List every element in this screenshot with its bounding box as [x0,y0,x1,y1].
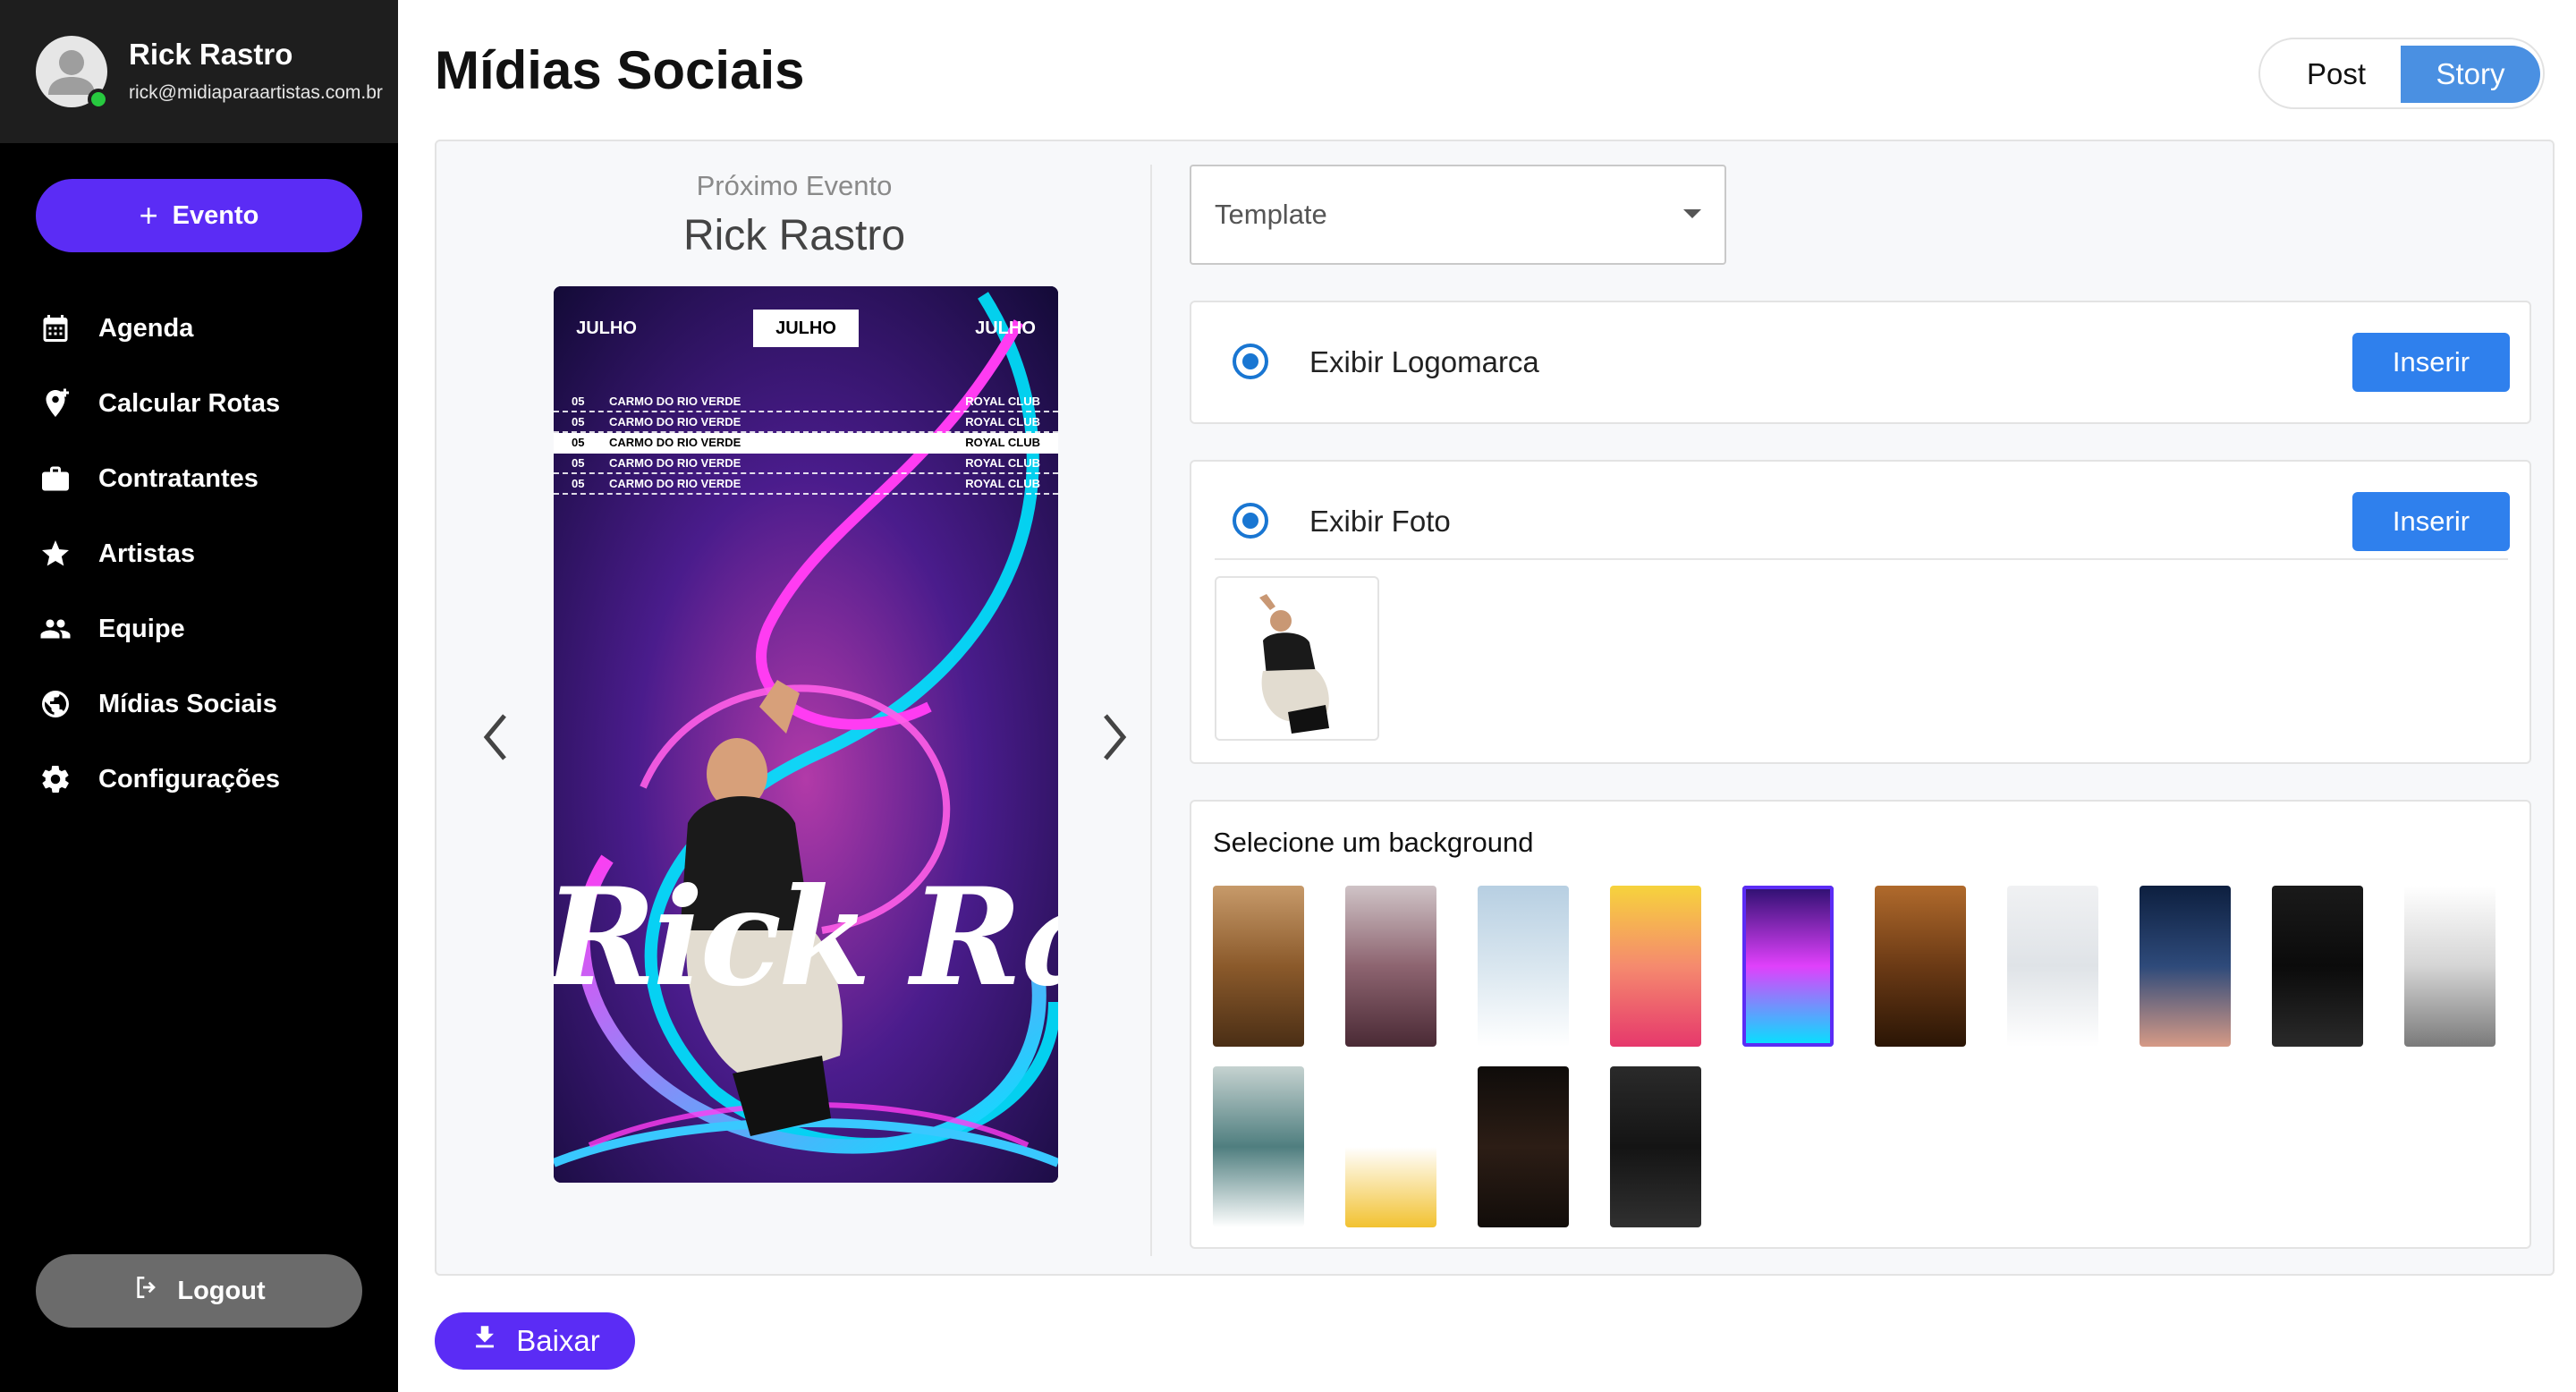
download-icon [470,1322,500,1360]
background-option-dark-bokeh[interactable] [1478,1066,1569,1227]
template-select[interactable]: Template [1190,165,1726,265]
column-divider [1150,165,1152,1256]
photo-thumbnail[interactable] [1215,576,1379,741]
month-label-active: JULHO [753,310,859,347]
profile-email: rick@midiaparaartistas.com.br [129,82,383,103]
month-label: JULHO [576,318,637,338]
next-event-button[interactable] [1088,701,1141,773]
logo-option-card: Exibir Logomarca Inserir [1190,301,2531,424]
logout-icon [132,1273,161,1309]
sidebar-item-midias-sociais[interactable]: Mídias Sociais [0,666,398,742]
insert-photo-button[interactable]: Inserir [2352,492,2510,551]
show-logo-radio[interactable] [1233,344,1268,379]
show-photo-label: Exibir Foto [1309,505,1451,538]
insert-logo-button[interactable]: Inserir [2352,333,2510,392]
preview-column: Próximo Evento Rick Rastro JULHO JULHO J… [436,141,1152,1277]
background-option-neon-swirl[interactable] [1742,886,1834,1047]
sidebar-item-agenda[interactable]: Agenda [0,291,398,366]
download-button[interactable]: Baixar [435,1312,635,1370]
sidebar-nav: Agenda Calcular Rotas Contratantes Artis… [0,291,398,817]
download-label: Baixar [516,1324,600,1357]
sidebar-item-calcular-rotas[interactable]: Calcular Rotas [0,366,398,441]
chevron-left-icon [483,714,506,760]
month-label: JULHO [975,318,1036,338]
profile-card: Rick Rastro rick@midiaparaartistas.com.b… [0,0,398,143]
background-option-mauve-gradient[interactable] [1345,886,1436,1047]
background-option-dark-wood[interactable] [1610,1066,1701,1227]
sidebar: Rick Rastro rick@midiaparaartistas.com.b… [0,0,398,1392]
page-title: Mídias Sociais [435,40,805,100]
background-option-mountain-lake[interactable] [1213,1066,1304,1227]
artist-photo-thumbnail [1259,594,1329,734]
location-plus-icon [38,386,73,421]
event-date-row: 05 CARMO DO RIO VERDE ROYAL CLUB [554,474,1058,495]
globe-icon [38,686,73,722]
logout-label: Logout [177,1276,266,1305]
toggle-post[interactable]: Post [2267,46,2406,103]
background-option-night-sky[interactable] [2140,886,2231,1047]
online-status-dot [88,89,109,110]
logout-button[interactable]: Logout [36,1254,362,1328]
briefcase-icon [38,461,73,497]
background-option-black-texture[interactable] [2272,886,2363,1047]
story-preview: JULHO JULHO JULHO 05 CARMO DO RIO VERDE RO… [554,286,1058,1183]
sidebar-item-artistas[interactable]: Artistas [0,516,398,591]
people-icon [38,611,73,647]
background-option-white-texture[interactable] [2007,886,2098,1047]
sidebar-item-label: Configurações [98,764,281,794]
sidebar-item-contratantes[interactable]: Contratantes [0,441,398,516]
event-date-row: 05 CARMO DO RIO VERDE ROYAL CLUB [554,412,1058,433]
caret-down-icon [1683,209,1701,218]
preview-subtitle: Próximo Evento [696,170,893,201]
background-option-sky-clouds[interactable] [1478,886,1569,1047]
editor-panel: Próximo Evento Rick Rastro JULHO JULHO J… [435,140,2555,1276]
template-select-value: Template [1215,199,1327,230]
add-event-button[interactable]: + Evento [36,179,362,252]
background-option-grunge-white[interactable] [2404,886,2496,1047]
toggle-story[interactable]: Story [2401,46,2540,103]
chevron-right-icon [1104,714,1127,760]
event-date-row: 05 CARMO DO RIO VERDE ROYAL CLUB [554,454,1058,474]
calendar-icon [38,310,73,346]
event-dates-list: 05 CARMO DO RIO VERDE ROYAL CLUB 05 CARMO D… [554,392,1058,495]
sidebar-item-label: Artistas [98,539,195,568]
sidebar-item-label: Equipe [98,614,185,643]
background-heading: Selecione um background [1213,827,1534,858]
sidebar-item-label: Mídias Sociais [98,689,277,718]
show-logo-label: Exibir Logomarca [1309,345,1539,378]
gear-icon [38,761,73,797]
divider [1215,558,2508,560]
show-photo-radio[interactable] [1233,503,1268,539]
plus-icon: + [139,197,158,233]
event-date-row: 05 CARMO DO RIO VERDE ROYAL CLUB [554,392,1058,412]
background-option-sand-desert[interactable] [1213,886,1304,1047]
background-option-yellow-paint[interactable] [1345,1066,1436,1227]
artist-name-lettering: Rick Rastro [554,859,1058,1016]
background-option-sunset-gradient[interactable] [1610,886,1701,1047]
profile-name: Rick Rastro [129,38,293,71]
photo-option-card: Exibir Foto Inserir [1190,460,2531,764]
format-toggle: Post Story [2258,38,2545,109]
star-icon [38,536,73,572]
sidebar-item-equipe[interactable]: Equipe [0,591,398,666]
sidebar-item-configuracoes[interactable]: Configurações [0,742,398,817]
sidebar-item-label: Agenda [98,313,194,343]
sidebar-item-label: Calcular Rotas [98,388,281,418]
previous-event-button[interactable] [469,701,522,773]
background-option-wood-planks[interactable] [1875,886,1966,1047]
preview-title: Rick Rastro [682,212,906,259]
add-event-label: Evento [172,200,259,230]
background-picker-card: Selecione um background [1190,800,2531,1249]
event-date-row-highlighted: 05 CARMO DO RIO VERDE ROYAL CLUB [554,433,1058,454]
sidebar-item-label: Contratantes [98,463,258,493]
